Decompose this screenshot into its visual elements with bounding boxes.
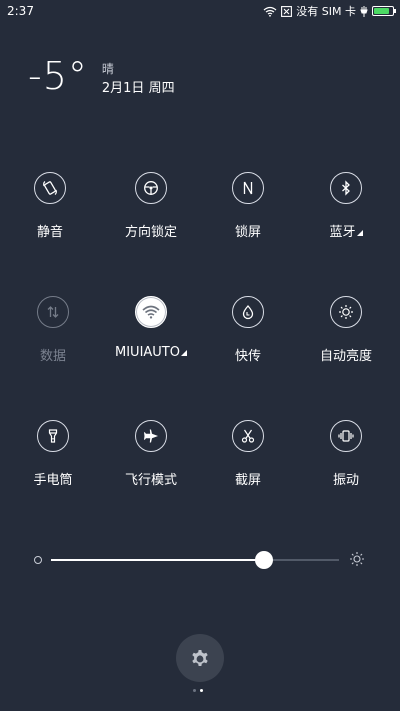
toggle-quick-transfer[interactable]: 快传 [198,296,298,364]
toggle-label: MIUIAUTO [101,345,201,360]
toggle-label: 快传 [234,349,261,364]
status-time: 2:37 [7,4,34,18]
toggle-rotation-lock[interactable]: 方向锁定 [101,172,201,240]
charging-icon [360,5,368,17]
wifi-icon [135,296,167,328]
status-icons: 没有 SIM 卡 [263,3,400,19]
screenshot-icon [232,420,264,452]
page-indicator [193,689,203,692]
weather-condition: 晴 [101,62,114,76]
no-sim-icon [281,5,293,17]
toggle-label: 蓝牙 [296,221,396,240]
weather-widget[interactable]: -5° 晴 2月1日 周四 [28,54,175,99]
settings-button[interactable] [176,634,224,682]
quick-transfer-icon [232,296,264,328]
toggle-flashlight[interactable]: 手电筒 [3,420,103,488]
battery-icon [372,6,396,16]
bluetooth-icon [330,172,362,204]
status-bar: 2:37 没有 SIM 卡 [0,0,400,22]
toggle-airplane[interactable]: 飞行模式 [101,420,201,488]
mobile-data-icon [37,296,69,328]
page-dot [200,689,203,692]
toggle-mobile-data[interactable]: 数据 [3,296,103,364]
weather-date: 2月1日 周四 [101,81,175,96]
toggle-bluetooth[interactable]: 蓝牙 [296,172,396,240]
brightness-track[interactable] [51,551,339,569]
lock-screen-icon [232,172,264,204]
brightness-thumb[interactable] [255,551,274,569]
temperature: -5° [28,54,88,98]
toggle-wifi[interactable]: MIUIAUTO [101,296,201,360]
weather-info: 晴 2月1日 周四 [102,59,175,99]
rotation-lock-icon [135,172,167,204]
brightness-high-icon [350,552,364,566]
brightness-low-icon [34,556,42,564]
menu-indicator-icon [356,230,363,236]
toggle-label: 振动 [332,473,359,488]
toggle-label: 方向锁定 [124,225,177,240]
toggle-label: 数据 [39,349,66,364]
vibrate-icon [330,420,362,452]
flashlight-icon [37,420,69,452]
toggle-label-text: MIUIAUTO [115,345,180,360]
toggle-label: 静音 [36,225,63,240]
page-dot [193,689,196,692]
silent-icon [34,172,66,204]
toggle-label: 手电筒 [33,473,73,488]
brightness-fill [51,559,265,561]
toggle-lock-screen[interactable]: 锁屏 [198,172,298,240]
auto-brightness-icon [330,296,362,328]
battery-fill [374,8,389,14]
toggle-silent[interactable]: 静音 [0,172,100,240]
toggle-auto-brightness[interactable]: 自动亮度 [296,296,396,364]
toggle-label: 锁屏 [234,225,261,240]
toggle-label: 截屏 [234,473,261,488]
sim-status-text: 没有 SIM 卡 [296,5,356,18]
toggle-label: 飞行模式 [124,473,177,488]
gear-icon [192,650,208,666]
wifi-icon [263,6,277,17]
toggle-label: 自动亮度 [319,349,372,364]
airplane-icon [135,420,167,452]
toggle-vibrate[interactable]: 振动 [296,420,396,488]
brightness-slider [0,548,400,572]
toggle-label-text: 蓝牙 [329,225,356,240]
toggle-screenshot[interactable]: 截屏 [198,420,298,488]
menu-indicator-icon [180,350,187,356]
